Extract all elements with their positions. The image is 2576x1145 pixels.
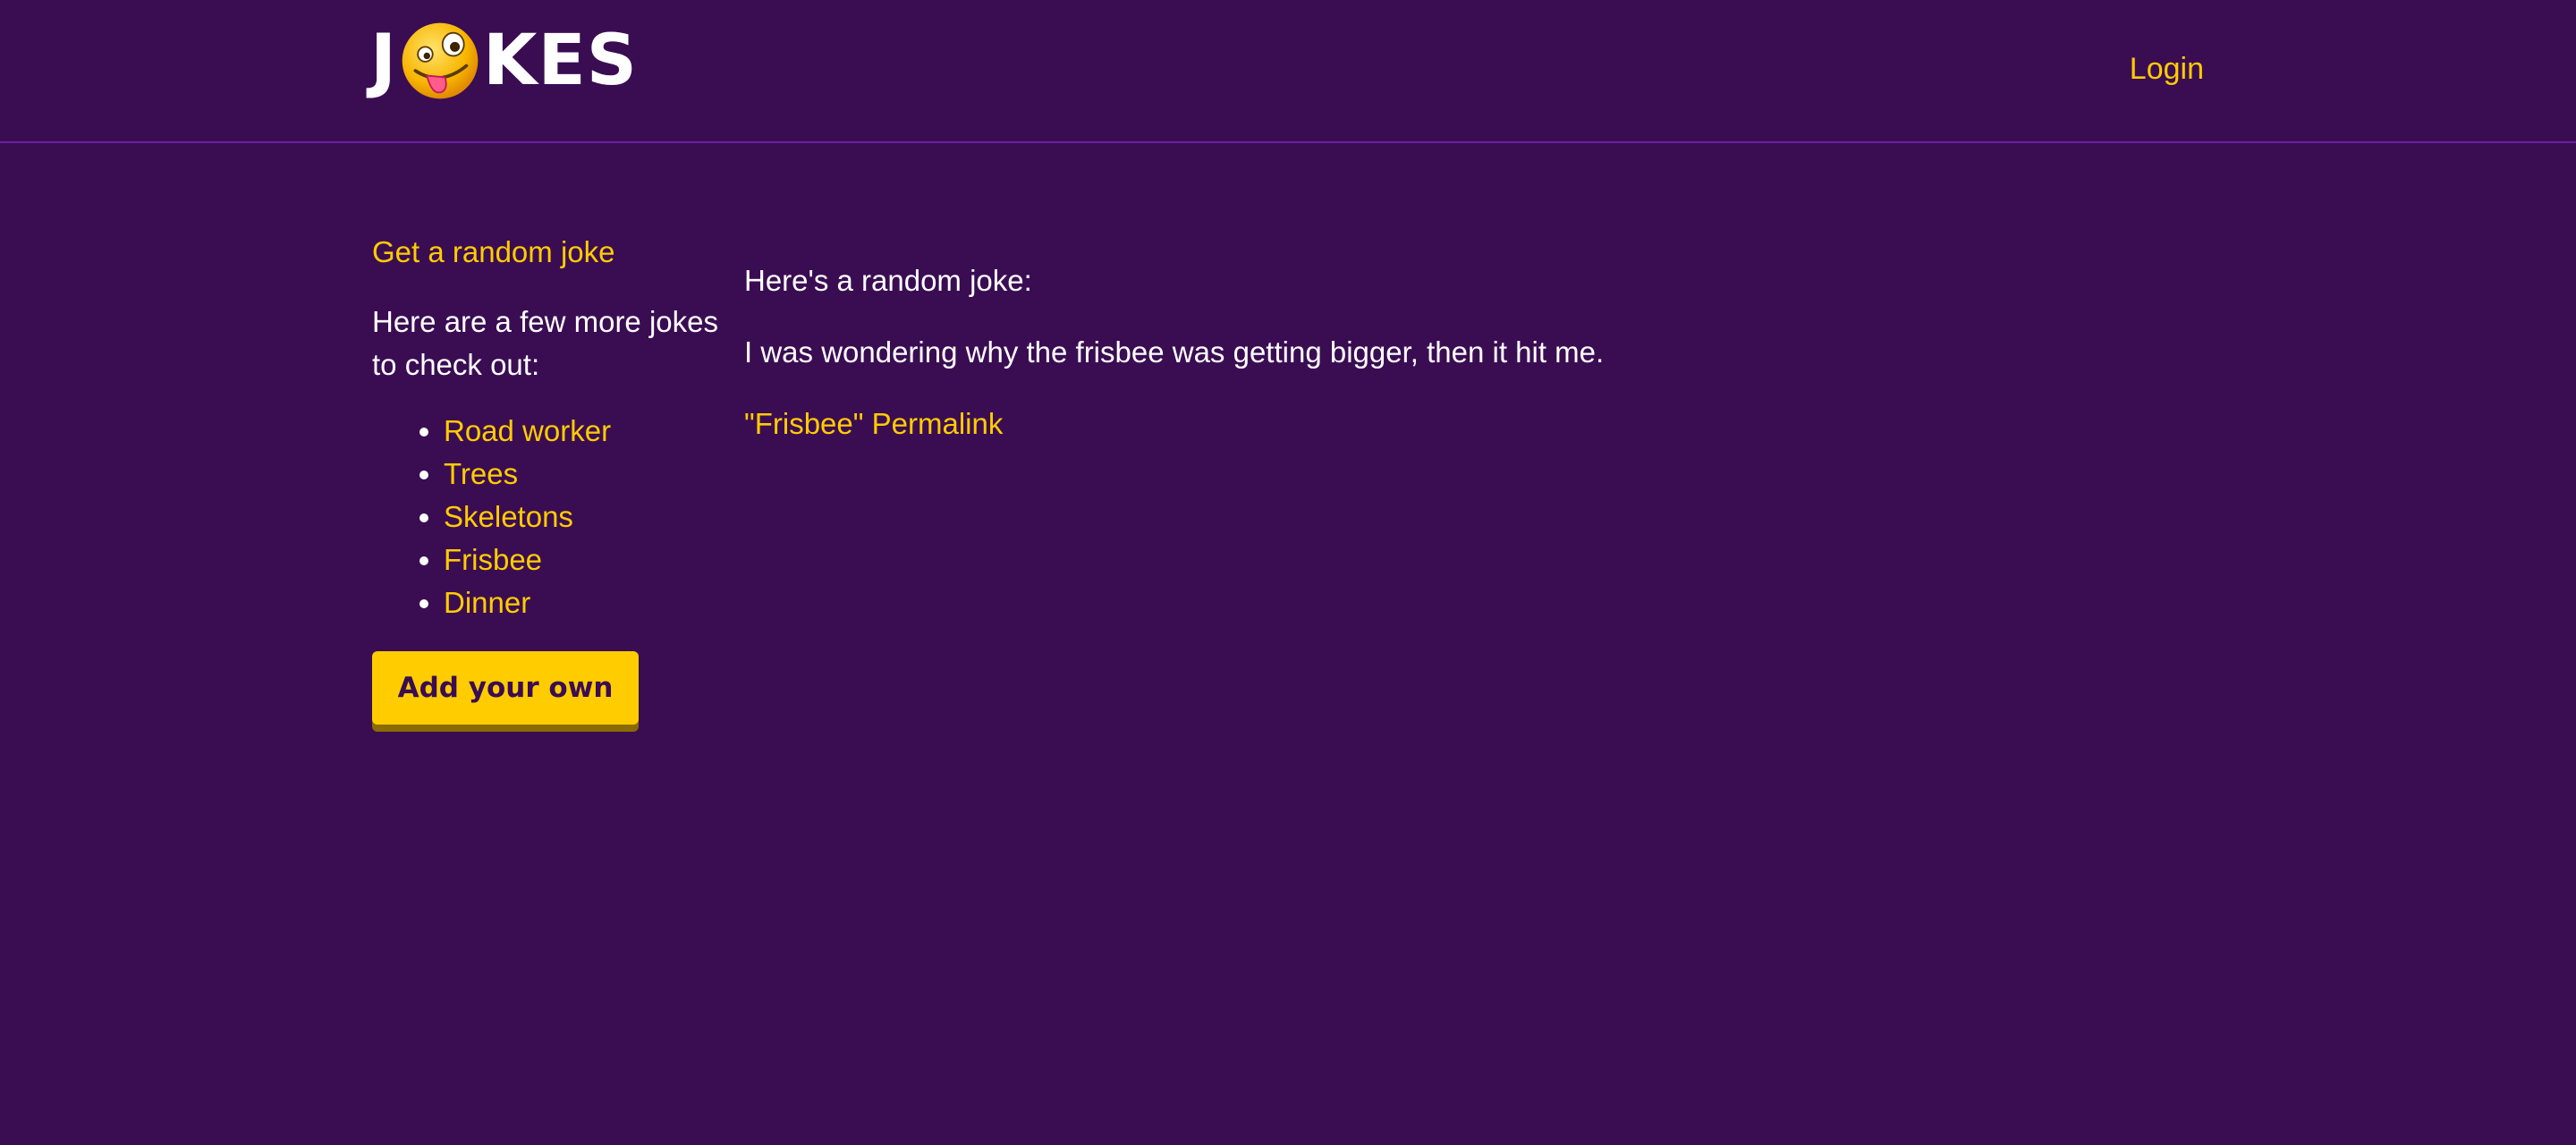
list-item: Dinner bbox=[444, 581, 730, 624]
sidebar: Get a random joke Here are a few more jo… bbox=[372, 231, 730, 725]
add-your-own-button[interactable]: Add your own bbox=[372, 651, 639, 725]
joke-link-trees[interactable]: Trees bbox=[444, 457, 518, 490]
login-link[interactable]: Login bbox=[2130, 52, 2204, 87]
joke-list: Road worker Trees Skeletons Frisbee Dinn… bbox=[372, 410, 730, 624]
joke-link-dinner[interactable]: Dinner bbox=[444, 586, 530, 619]
list-item: Frisbee bbox=[444, 539, 730, 581]
random-joke-link[interactable]: Get a random joke bbox=[372, 231, 730, 274]
random-joke-intro: Here's a random joke: bbox=[744, 264, 1032, 297]
logo-text-start: J bbox=[370, 21, 398, 101]
jokes-logo[interactable]: J KES bbox=[370, 16, 638, 106]
zany-face-icon bbox=[402, 22, 479, 99]
list-item: Road worker bbox=[444, 410, 730, 453]
main-content: Here's a random joke: I was wondering wh… bbox=[744, 259, 1996, 445]
joke-link-frisbee[interactable]: Frisbee bbox=[444, 543, 542, 576]
joke-link-road-worker[interactable]: Road worker bbox=[444, 414, 611, 447]
list-item: Trees bbox=[444, 453, 730, 496]
joke-link-skeletons[interactable]: Skeletons bbox=[444, 500, 573, 533]
logo-text-end: KES bbox=[483, 21, 638, 101]
list-item: Skeletons bbox=[444, 496, 730, 539]
joke-permalink[interactable]: "Frisbee" Permalink bbox=[744, 407, 1003, 440]
joke-text: I was wondering why the frisbee was gett… bbox=[744, 335, 1605, 369]
more-jokes-text: Here are a few more jokes to check out: bbox=[372, 305, 718, 381]
site-header: J KES Login bbox=[0, 0, 2576, 143]
